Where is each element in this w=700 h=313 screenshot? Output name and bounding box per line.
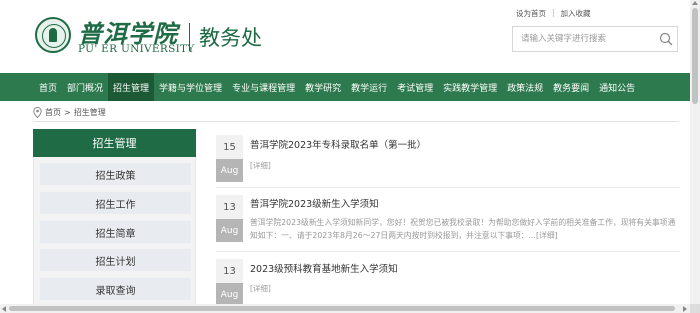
sidebar-item-brochure[interactable]: 招生简章 [40, 221, 191, 243]
search-input[interactable] [521, 27, 651, 51]
main-nav: 首页 部门概况 招生管理 学籍与学位管理 专业与课程管理 教学研究 教学运行 考… [0, 73, 690, 101]
horizontal-scroll-thumb[interactable] [9, 306, 675, 311]
set-homepage-link[interactable]: 设为首页 [516, 8, 546, 19]
news-title[interactable]: 普洱学院2023年专科录取名单（第一批） [250, 137, 426, 151]
logo-english-name[interactable]: PU' ER UNIVERSITY [78, 43, 195, 55]
sidebar-item-admission-query[interactable]: 录取查询 [40, 278, 191, 300]
nav-item-teaching-operation[interactable]: 教学运行 [346, 73, 392, 101]
breadcrumb-divider [33, 121, 679, 122]
top-links: 设为首页 | 加入收藏 [516, 8, 591, 19]
nav-item-teaching-research[interactable]: 教学研究 [300, 73, 346, 101]
date-month: Aug [216, 283, 243, 306]
vertical-scrollbar[interactable] [690, 0, 700, 304]
university-seal-icon[interactable] [35, 17, 71, 53]
sidebar-title: 招生管理 [33, 129, 196, 157]
news-list: 15 Aug 普洱学院2023年专科录取名单（第一批） [详细] 13 Aug … [210, 129, 680, 309]
news-detail-link[interactable]: [详细] [250, 160, 271, 171]
site-header: 普洱学院 PU' ER UNIVERSITY 教务处 设为首页 | 加入收藏 [0, 0, 690, 73]
sidebar-item-policy[interactable]: 招生政策 [40, 163, 191, 185]
news-summary[interactable]: 普洱学院2023级新生入学须知新同学，您好！祝贺您已被我校录取！为帮助您做好入学… [250, 216, 680, 242]
breadcrumb-home[interactable]: 首页 [45, 107, 61, 118]
scrollbar-corner [690, 304, 700, 313]
nav-item-policy[interactable]: 政策法规 [502, 73, 548, 101]
horizontal-scrollbar[interactable] [0, 304, 690, 313]
vertical-scroll-thumb[interactable] [692, 8, 698, 104]
department-name: 教务处 [199, 26, 262, 50]
nav-item-admissions[interactable]: 招生管理 [108, 73, 155, 101]
scroll-left-arrow-icon[interactable] [2, 306, 6, 312]
nav-item-enrollment-degree[interactable]: 学籍与学位管理 [154, 73, 227, 101]
news-title[interactable]: 2023级预科教育基地新生入学须知 [250, 261, 398, 275]
breadcrumb-current[interactable]: 招生管理 [74, 107, 106, 118]
location-pin-icon [33, 107, 42, 118]
nav-item-department[interactable]: 部门概况 [62, 73, 108, 101]
sidebar-item-plan[interactable]: 招生计划 [40, 249, 191, 271]
news-detail-link[interactable]: [详细] [250, 283, 271, 294]
date-day: 13 [216, 259, 243, 283]
nav-item-news[interactable]: 教务要闻 [548, 73, 594, 101]
top-links-separator: | [552, 8, 555, 17]
breadcrumb-separator: > [64, 108, 71, 117]
sidebar: 招生政策 招生工作 招生简章 招生计划 录取查询 [33, 157, 196, 307]
scroll-up-arrow-icon[interactable] [692, 1, 698, 5]
date-day: 15 [216, 135, 243, 159]
news-title[interactable]: 普洱学院2023级新生入学须知 [250, 196, 379, 210]
add-favorite-link[interactable]: 加入收藏 [561, 8, 591, 19]
logo-divider [189, 23, 190, 51]
date-day: 13 [216, 195, 243, 219]
search-icon[interactable] [659, 32, 673, 46]
scroll-right-arrow-icon[interactable] [683, 306, 687, 312]
list-divider [216, 187, 680, 188]
date-month: Aug [216, 159, 243, 182]
search-box [512, 26, 678, 52]
breadcrumb: 首页 > 招生管理 [33, 107, 106, 118]
nav-item-major-course[interactable]: 专业与课程管理 [227, 73, 300, 101]
nav-item-exams[interactable]: 考试管理 [392, 73, 438, 101]
list-divider [216, 251, 680, 252]
nav-item-home[interactable]: 首页 [34, 73, 62, 101]
sidebar-item-work[interactable]: 招生工作 [40, 192, 191, 214]
nav-item-practice[interactable]: 实践教学管理 [438, 73, 502, 101]
nav-item-notices[interactable]: 通知公告 [594, 73, 640, 101]
date-month: Aug [216, 219, 243, 242]
